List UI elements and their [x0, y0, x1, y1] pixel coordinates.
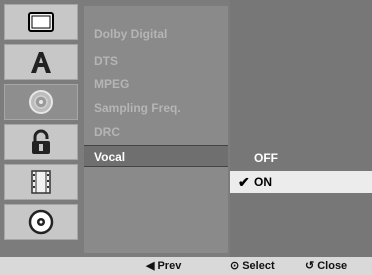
hint-select[interactable]: ⊙ Select — [230, 259, 275, 272]
option-off[interactable]: OFF — [230, 147, 372, 169]
tile-audio[interactable] — [4, 84, 78, 120]
hint-close-label: Close — [317, 260, 348, 272]
tile-others[interactable] — [4, 164, 78, 200]
menu-item-dolby-digital[interactable]: Dolby Digital — [94, 27, 167, 41]
speaker-icon — [29, 90, 53, 114]
disc-icon — [28, 209, 54, 235]
option-on-label: ON — [254, 175, 272, 189]
tile-language[interactable] — [4, 44, 78, 80]
audio-menu: Dolby Digital DTS MPEG Sampling Freq. DR… — [84, 6, 228, 253]
select-button-icon: ⊙ — [230, 260, 240, 272]
hint-prev[interactable]: ◀ Prev — [146, 259, 181, 272]
checkmark-icon: ✔ — [238, 174, 250, 190]
tile-disc[interactable] — [4, 204, 78, 240]
hint-prev-label: Prev — [157, 260, 182, 272]
option-on[interactable]: ✔ ON — [230, 171, 372, 193]
lock-icon — [32, 129, 50, 154]
menu-item-mpeg[interactable]: MPEG — [94, 77, 129, 91]
left-arrow-icon: ◀ — [146, 260, 155, 272]
tv-screen-icon — [28, 12, 54, 32]
dvd-setup-screen: Dolby Digital DTS MPEG Sampling Freq. DR… — [0, 0, 372, 257]
hint-close[interactable]: ↺ Close — [305, 259, 347, 272]
font-a-icon — [31, 52, 51, 73]
menu-item-vocal[interactable]: Vocal — [84, 145, 228, 167]
tile-tv[interactable] — [4, 4, 78, 40]
bottom-hint-bar: ◀ Prev ⊙ Select ↺ Close — [0, 257, 372, 275]
option-off-label: OFF — [254, 151, 278, 165]
menu-item-drc[interactable]: DRC — [94, 125, 120, 139]
menu-item-sampling-freq[interactable]: Sampling Freq. — [94, 101, 181, 115]
film-icon — [31, 170, 51, 194]
return-icon: ↺ — [305, 260, 315, 272]
hint-select-label: Select — [242, 260, 275, 272]
vocal-options: OFF ✔ ON — [230, 0, 372, 257]
tile-lock[interactable] — [4, 124, 78, 160]
menu-item-dts[interactable]: DTS — [94, 54, 118, 68]
